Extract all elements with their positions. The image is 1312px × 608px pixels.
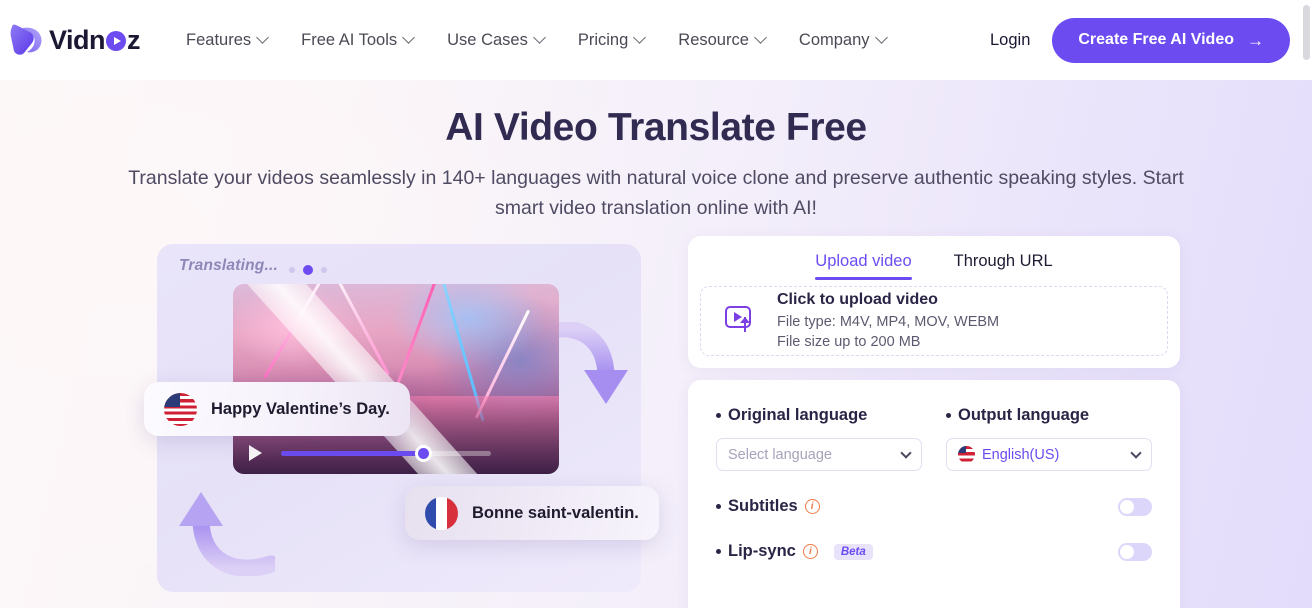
upload-title: Click to upload video: [777, 291, 938, 309]
loading-dots: [289, 265, 327, 275]
site-header: Vidn z Features Free AI Tools Use Cases …: [0, 0, 1312, 80]
upload-filesize: File size up to 200 MB: [777, 334, 921, 351]
nav-item-use-cases[interactable]: Use Cases: [447, 30, 546, 50]
nav-item-free-ai-tools[interactable]: Free AI Tools: [301, 30, 416, 50]
original-language-group: Original language Select language: [716, 406, 922, 471]
chevron-down-icon: [874, 30, 888, 44]
translating-status: Translating...: [179, 257, 278, 274]
progress-handle[interactable]: [415, 445, 432, 462]
info-icon[interactable]: i: [804, 499, 820, 514]
arrow-right-icon: →: [1247, 30, 1264, 50]
page-subtitle: Translate your videos seamlessly in 140+…: [128, 167, 1184, 220]
label-text: Output language: [958, 406, 1090, 424]
upload-panel: Upload video Through URL Click to upload…: [688, 236, 1180, 368]
bullet-icon: [946, 413, 951, 418]
nav-item-company[interactable]: Company: [798, 30, 888, 50]
page-scrollbar[interactable]: [1303, 5, 1310, 60]
video-dropzone[interactable]: Click to upload video File type: M4V, MP…: [700, 286, 1168, 356]
cta-label: Create Free AI Video: [1078, 31, 1234, 48]
output-language-select[interactable]: English(US): [946, 438, 1152, 471]
chevron-down-icon: [633, 30, 647, 44]
bullet-icon: [716, 504, 721, 509]
hero-section: AI Video Translate Free Translate your v…: [0, 80, 1312, 608]
lipsync-label: Lip-sync i Beta: [716, 542, 873, 561]
subtitles-label: Subtitles i: [716, 497, 820, 516]
chevron-down-icon: [1130, 446, 1142, 459]
caption-text: Bonne saint-valentin.: [472, 503, 639, 522]
page-title: AI Video Translate Free: [445, 106, 867, 149]
flag-fr-icon: [425, 496, 458, 530]
chevron-down-icon: [900, 446, 912, 459]
nav-label: Resource: [678, 30, 749, 49]
upload-filetypes: File type: M4V, MP4, MOV, WEBM: [777, 313, 1000, 330]
info-icon[interactable]: i: [802, 544, 818, 559]
play-icon[interactable]: [249, 445, 262, 461]
main-nav: Features Free AI Tools Use Cases Pricing…: [186, 30, 888, 50]
beta-badge: Beta: [833, 543, 873, 560]
flag-us-icon: [958, 446, 975, 463]
dot-icon: [303, 265, 313, 275]
caption-text: Happy Valentine’s Day.: [211, 399, 390, 418]
logo-text-last: z: [127, 24, 141, 55]
chevron-down-icon: [532, 30, 546, 44]
original-language-value: Select language: [728, 446, 832, 463]
nav-item-resource[interactable]: Resource: [678, 30, 767, 50]
vidnoz-logo[interactable]: Vidn z: [10, 23, 141, 57]
original-language-select[interactable]: Select language: [716, 438, 922, 471]
logo-wordmark: Vidn z: [49, 24, 141, 56]
chevron-down-icon: [402, 30, 416, 44]
neon-line: [263, 284, 326, 379]
header-actions: Login Create Free AI Video →: [990, 17, 1290, 63]
flag-us-icon: [164, 392, 197, 426]
caption-bubble-french: Bonne saint-valentin.: [405, 486, 659, 540]
upload-instructions: Click to upload video File type: M4V, MP…: [777, 289, 999, 353]
options-panel: Original language Select language Output…: [688, 380, 1180, 608]
label-text: Lip-sync: [728, 542, 796, 560]
create-free-ai-video-button[interactable]: Create Free AI Video →: [1052, 17, 1290, 63]
nav-label: Use Cases: [447, 30, 528, 49]
output-language-value: English(US): [982, 446, 1060, 463]
bullet-icon: [716, 549, 721, 554]
tab-upload-video[interactable]: Upload video: [815, 252, 912, 280]
output-language-label: Output language: [946, 406, 1152, 425]
neon-line: [330, 284, 390, 376]
label-text: Original language: [728, 406, 868, 424]
nav-item-features[interactable]: Features: [186, 30, 270, 50]
translation-illustration: Translating... Happy Valentine’s Day. Bo…: [144, 244, 659, 592]
caption-bubble-english: Happy Valentine’s Day.: [144, 382, 410, 436]
subtitles-toggle[interactable]: [1118, 497, 1152, 516]
nav-label: Free AI Tools: [301, 30, 398, 49]
label-text: Subtitles: [728, 497, 798, 515]
nav-label: Features: [186, 30, 252, 49]
vidnoz-v-mark-icon: [10, 23, 48, 57]
subtitles-row: Subtitles i: [716, 497, 1152, 516]
login-link[interactable]: Login: [990, 31, 1030, 50]
original-language-label: Original language: [716, 406, 922, 425]
bullet-icon: [716, 413, 721, 418]
language-row: Original language Select language Output…: [716, 406, 1152, 471]
output-language-group: Output language English(US): [946, 406, 1152, 471]
lipsync-toggle[interactable]: [1118, 542, 1152, 561]
dot-icon: [321, 267, 327, 273]
logo-text-first: Vidn: [49, 24, 106, 55]
video-progress-bar[interactable]: [281, 445, 491, 462]
logo-play-o-icon: [106, 31, 127, 51]
video-upload-icon: [725, 306, 759, 336]
nav-label: Pricing: [577, 30, 629, 49]
upload-tabs: Upload video Through URL: [688, 236, 1180, 280]
video-preview[interactable]: [233, 284, 559, 474]
chevron-down-icon: [754, 30, 767, 44]
lipsync-row: Lip-sync i Beta: [716, 542, 1152, 561]
chevron-down-icon: [256, 30, 270, 44]
tab-through-url[interactable]: Through URL: [954, 252, 1053, 280]
nav-item-pricing[interactable]: Pricing: [577, 30, 647, 50]
dot-icon: [289, 267, 295, 273]
nav-label: Company: [798, 30, 870, 49]
progress-fill: [281, 451, 423, 456]
